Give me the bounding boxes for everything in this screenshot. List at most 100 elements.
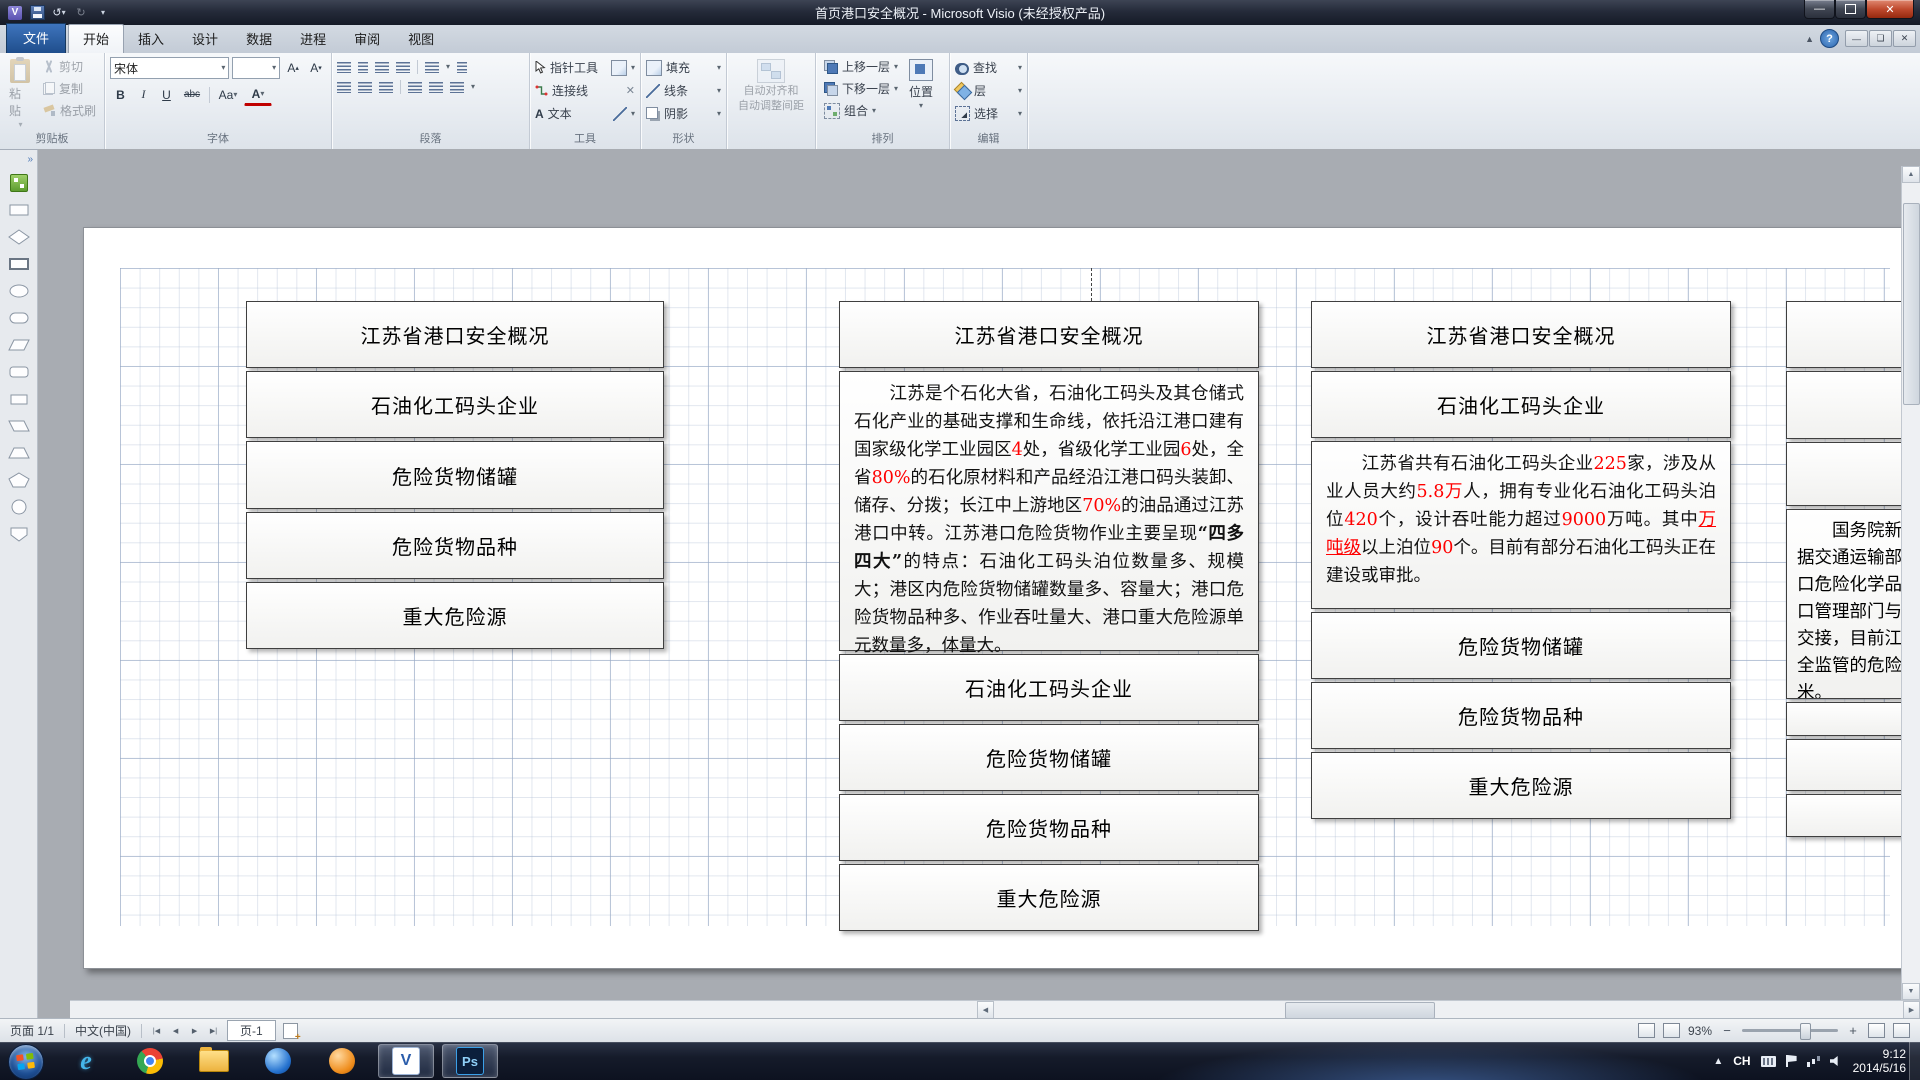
- bring-forward-button[interactable]: 上移一层▾: [821, 57, 901, 76]
- tab-home[interactable]: 开始: [68, 24, 124, 54]
- minimize-button[interactable]: —: [1804, 0, 1835, 19]
- tab-view[interactable]: 视图: [394, 25, 448, 53]
- close-button[interactable]: ✕: [1866, 0, 1914, 19]
- group-button[interactable]: 组合▾: [821, 101, 901, 120]
- qat-customize-icon[interactable]: ▾: [95, 5, 111, 21]
- tab-insert[interactable]: 插入: [124, 25, 178, 53]
- position-button[interactable]: 位置 ▾: [905, 57, 937, 132]
- paragraph-box[interactable]: 国务院新《据交通运输部和口危险化学品安口管理部门与安交接，目前江苏全监管的危险货…: [1786, 509, 1920, 699]
- freeform-tool-icon[interactable]: [613, 107, 627, 121]
- pan-zoom-window-icon[interactable]: [1663, 1023, 1680, 1038]
- language-indicator[interactable]: 中文(中国): [65, 1022, 141, 1039]
- shape-thumb-diamond[interactable]: [7, 228, 31, 246]
- change-case-button[interactable]: Aa▾: [214, 84, 242, 105]
- shape-thumb-rectangle-2[interactable]: [7, 390, 31, 408]
- tab-design[interactable]: 设计: [178, 25, 232, 53]
- shape-box[interactable]: 江苏省港口安全概况: [839, 301, 1259, 368]
- shape-box[interactable]: [1786, 739, 1920, 791]
- shape-thumb-stadium[interactable]: [7, 309, 31, 327]
- zoom-level[interactable]: 93%: [1688, 1024, 1712, 1038]
- horizontal-scrollbar[interactable]: ◀ ▶: [70, 1000, 1920, 1018]
- bold-button[interactable]: B: [110, 84, 131, 105]
- align-left-icon[interactable]: [337, 82, 351, 93]
- bullets-icon[interactable]: [337, 62, 351, 73]
- network-icon[interactable]: [1807, 1055, 1820, 1067]
- help-icon[interactable]: ?: [1820, 29, 1839, 48]
- increase-indent-icon[interactable]: [396, 62, 410, 73]
- shape-thumb-circle[interactable]: [7, 498, 31, 516]
- fill-button[interactable]: 填充: [666, 59, 690, 76]
- shape-box[interactable]: [1786, 794, 1920, 837]
- align-right-icon[interactable]: [379, 82, 393, 93]
- numbering-icon[interactable]: [358, 62, 368, 73]
- first-page-icon[interactable]: |◀: [148, 1023, 165, 1039]
- shape-box[interactable]: 危险货物品种: [839, 794, 1259, 861]
- tab-process[interactable]: 进程: [286, 25, 340, 53]
- shape-box[interactable]: 危险货物品种: [1311, 682, 1731, 749]
- doc-minimize-icon[interactable]: —: [1845, 30, 1868, 47]
- taskbar-visio[interactable]: V: [378, 1044, 434, 1078]
- full-screen-icon[interactable]: [1893, 1023, 1910, 1038]
- keyboard-icon[interactable]: [1761, 1056, 1776, 1067]
- underline-button[interactable]: U: [156, 84, 177, 105]
- shape-box[interactable]: 危险货物储罐: [839, 724, 1259, 791]
- decrease-indent-icon[interactable]: [375, 62, 389, 73]
- page-indicator[interactable]: 页面 1/1: [0, 1022, 64, 1039]
- scroll-right-icon[interactable]: ▶: [1903, 1001, 1920, 1019]
- cut-button[interactable]: 剪切: [40, 57, 99, 76]
- shape-box[interactable]: [1786, 301, 1920, 368]
- prev-page-icon[interactable]: ◀: [167, 1023, 184, 1039]
- pointer-tool-button[interactable]: 指针工具: [550, 59, 598, 76]
- app-icon[interactable]: V: [7, 5, 23, 21]
- shape-box[interactable]: 石油化工码头企业: [246, 371, 664, 438]
- shape-box[interactable]: [1786, 371, 1920, 439]
- vertical-scroll-thumb[interactable]: [1903, 203, 1920, 405]
- text-tool-button[interactable]: 文本: [548, 105, 572, 122]
- paste-button[interactable]: 粘贴 ▾: [5, 57, 36, 132]
- shapes-window-icon[interactable]: [10, 174, 28, 192]
- shape-box[interactable]: [1786, 442, 1920, 506]
- strikethrough-button[interactable]: abc: [179, 84, 205, 105]
- send-backward-button[interactable]: 下移一层▾: [821, 79, 901, 98]
- shape-box[interactable]: 江苏省港口安全概况: [246, 301, 664, 368]
- maximize-button[interactable]: [1835, 0, 1866, 19]
- undo-icon[interactable]: ↺▾: [51, 5, 67, 21]
- shape-thumb-parallelogram[interactable]: [7, 336, 31, 354]
- scroll-left-icon[interactable]: ◀: [977, 1001, 994, 1019]
- line-spacing-icon[interactable]: [425, 62, 439, 73]
- tab-review[interactable]: 审阅: [340, 25, 394, 53]
- shape-thumb-rounded-rectangle[interactable]: [7, 363, 31, 381]
- shrink-font-button[interactable]: A▾: [306, 57, 326, 78]
- tab-data[interactable]: 数据: [232, 25, 286, 53]
- copy-button[interactable]: 复制: [40, 79, 99, 98]
- taskbar-browser-orb[interactable]: [250, 1044, 306, 1078]
- tray-expand-icon[interactable]: ▲: [1713, 1056, 1723, 1067]
- shape-thumb-parallelogram-2[interactable]: [7, 417, 31, 435]
- show-desktop-button[interactable]: [1909, 1042, 1920, 1080]
- save-icon[interactable]: [29, 5, 45, 21]
- shadow-button[interactable]: 阴影: [664, 105, 688, 122]
- align-middle-icon[interactable]: [429, 82, 443, 93]
- shape-thumb-process[interactable]: [7, 255, 31, 273]
- connection-point-icon[interactable]: ✕: [626, 84, 635, 97]
- taskbar-chrome[interactable]: [122, 1044, 178, 1078]
- zoom-slider[interactable]: [1742, 1029, 1838, 1032]
- taskbar-mail[interactable]: [314, 1044, 370, 1078]
- italic-button[interactable]: I: [133, 84, 154, 105]
- shape-box[interactable]: 石油化工码头企业: [839, 654, 1259, 721]
- grow-font-button[interactable]: A▴: [283, 57, 303, 78]
- vertical-scrollbar[interactable]: ▲ ▼: [1901, 166, 1920, 1000]
- shape-thumb-rectangle[interactable]: [7, 201, 31, 219]
- scroll-up-icon[interactable]: ▲: [1902, 166, 1920, 183]
- shape-box[interactable]: 危险货物储罐: [246, 441, 664, 509]
- zoom-in-icon[interactable]: +: [1846, 1023, 1860, 1038]
- auto-align-button[interactable]: 自动对齐和 自动调整间距: [734, 57, 808, 132]
- shape-thumb-ellipse[interactable]: [7, 282, 31, 300]
- shape-box[interactable]: 重大危险源: [246, 582, 664, 649]
- text-direction-icon[interactable]: [457, 62, 467, 73]
- start-button[interactable]: [8, 1044, 44, 1080]
- window-switch-icon[interactable]: [1638, 1023, 1655, 1038]
- paragraph-box[interactable]: 江苏省共有石油化工码头企业225家，涉及从业人员大约5.8万人，拥有专业化石油化…: [1311, 441, 1731, 609]
- shape-box[interactable]: 石油化工码头企业: [1311, 371, 1731, 438]
- shape-box[interactable]: 重大危险源: [839, 864, 1259, 931]
